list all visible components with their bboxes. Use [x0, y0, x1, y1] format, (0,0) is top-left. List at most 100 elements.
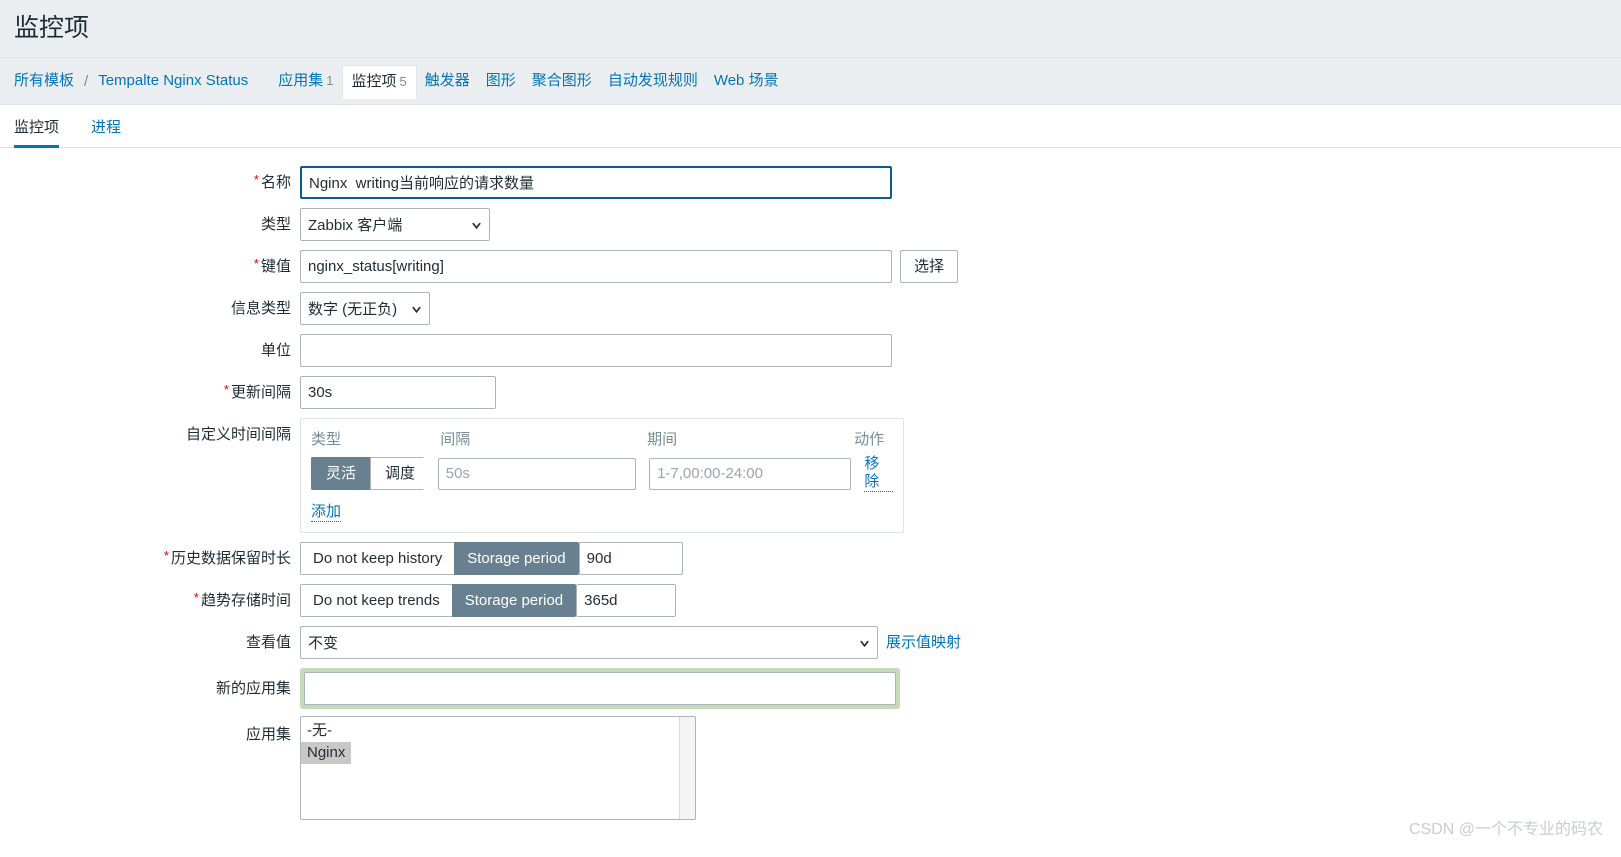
- trends-storage-input[interactable]: [576, 584, 677, 617]
- type-select-value: Zabbix 客户端: [308, 217, 403, 234]
- applications-listbox[interactable]: -无- Nginx: [300, 716, 696, 820]
- interval-remove-link[interactable]: 移除: [864, 455, 894, 492]
- form-row-new-application: 新的应用集: [0, 668, 1621, 709]
- trends-option-storage-period[interactable]: Storage period: [451, 584, 577, 617]
- label-key: * 键值: [0, 250, 300, 279]
- label-value-type-text: 信息类型: [230, 300, 291, 317]
- nav-tab-items-count: 5: [399, 74, 407, 89]
- name-input[interactable]: [300, 166, 892, 199]
- units-input[interactable]: [300, 334, 892, 367]
- custom-intervals-header-period: 期间: [647, 431, 678, 448]
- form-row-applications: 应用集 -无- Nginx: [0, 716, 1621, 820]
- value-mapping-link[interactable]: 展示值映射: [886, 626, 961, 659]
- interval-type-option-scheduling[interactable]: 调度: [370, 457, 425, 490]
- required-marker-update-interval: *: [223, 382, 229, 397]
- form-row-value-type: 信息类型 数字 (无正负): [0, 292, 1621, 325]
- show-value-select-box[interactable]: 不变: [300, 626, 878, 659]
- subtab-bar: 监控项 进程: [0, 105, 1621, 148]
- key-select-button[interactable]: 选择: [900, 250, 959, 283]
- key-input[interactable]: [300, 250, 892, 283]
- content-panel: 监控项 进程 *名称 类型 Zabbix 客户端: [0, 104, 1621, 857]
- form-row-key: *键值 选择: [0, 250, 1621, 283]
- label-new-application: 新的应用集: [0, 668, 300, 701]
- applications-option-none[interactable]: -无-: [301, 720, 695, 742]
- breadcrumb-separator: /: [84, 72, 89, 90]
- field-show-value: 不变 展示值映射: [300, 626, 961, 659]
- nav-tab-items[interactable]: 监控项 5: [341, 65, 417, 99]
- interval-add-link[interactable]: 添加: [311, 503, 342, 522]
- applications-option-nginx[interactable]: Nginx: [301, 742, 352, 764]
- label-trends: * 趋势存储时间: [0, 584, 300, 613]
- interval-value-input[interactable]: [437, 457, 636, 490]
- breadcrumb-all-templates[interactable]: 所有模板: [14, 69, 82, 93]
- nav-tab-web-scenarios[interactable]: Web 场景: [706, 69, 787, 93]
- form-row-trends: * 趋势存储时间 Do not keep trends Storage perio…: [0, 584, 1621, 617]
- interval-type-option-flexible[interactable]: 灵活: [311, 457, 371, 490]
- history-mode-toggle[interactable]: Do not keep history Storage period: [300, 542, 579, 575]
- custom-intervals-header-type: 类型: [311, 431, 342, 448]
- label-show-value: 查看值: [0, 626, 300, 655]
- label-type-text: 类型: [260, 216, 291, 233]
- value-type-select-box[interactable]: 数字 (无正负): [300, 292, 430, 325]
- field-key: 选择: [300, 250, 959, 283]
- required-marker-trends: *: [193, 590, 199, 605]
- label-update-interval: * 更新间隔: [0, 376, 300, 405]
- value-type-select[interactable]: 数字 (无正负): [300, 292, 430, 325]
- nav-tab-discovery-rules[interactable]: 自动发现规则: [600, 69, 706, 93]
- label-units: 单位: [0, 334, 300, 363]
- nav-tab-applications-count: 1: [326, 73, 334, 88]
- nav-tab-triggers[interactable]: 触发器: [417, 69, 478, 93]
- type-select-box[interactable]: Zabbix 客户端: [300, 208, 490, 241]
- history-option-do-not-keep[interactable]: Do not keep history: [300, 542, 455, 575]
- subtab-item[interactable]: 监控项: [14, 116, 71, 148]
- new-application-input[interactable]: [304, 672, 896, 705]
- form-row-name: * 名称: [0, 166, 1621, 199]
- field-history: Do not keep history Storage period: [300, 542, 683, 575]
- label-key-text: 键值: [260, 258, 291, 275]
- label-units-text: 单位: [260, 342, 291, 359]
- nav-tab-applications-label: 应用集: [278, 72, 324, 89]
- label-show-value-text: 查看值: [245, 634, 291, 651]
- field-trends: Do not keep trends Storage period: [300, 584, 677, 617]
- field-units: [300, 334, 892, 367]
- history-option-storage-period[interactable]: Storage period: [454, 542, 579, 575]
- nav-tab-applications[interactable]: 应用集 1: [270, 69, 341, 93]
- custom-intervals-header-action: 动作: [854, 431, 885, 448]
- label-value-type: 信息类型: [0, 292, 300, 321]
- label-history: * 历史数据保留时长: [0, 542, 300, 571]
- watermark: CSDN @一个不专业的码农: [1408, 821, 1603, 838]
- field-applications: -无- Nginx: [300, 716, 696, 820]
- label-update-interval-text: 更新间隔: [230, 384, 291, 401]
- required-marker-name: *: [253, 172, 259, 187]
- update-interval-input[interactable]: [300, 376, 496, 409]
- form-row-type: 类型 Zabbix 客户端: [0, 208, 1621, 241]
- trends-mode-toggle[interactable]: Do not keep trends Storage period: [300, 584, 577, 617]
- custom-intervals-header-interval: 间隔: [440, 431, 471, 448]
- label-name-text: 名称: [260, 174, 291, 191]
- required-marker-history: *: [163, 548, 169, 563]
- label-history-text: 历史数据保留时长: [170, 550, 291, 567]
- field-name: [300, 166, 892, 199]
- nav-tab-screens[interactable]: 聚合图形: [524, 69, 600, 93]
- nav-tab-graphs[interactable]: 图形: [478, 69, 524, 93]
- label-name: * 名称: [0, 166, 300, 195]
- history-storage-input[interactable]: [578, 542, 683, 575]
- new-application-focus-ring: [300, 668, 900, 709]
- page-title: 监控项: [14, 14, 90, 42]
- value-type-select-value: 数字 (无正负): [308, 301, 398, 318]
- nav-tab-items-label: 监控项: [351, 73, 397, 90]
- form-row-custom-intervals: 自定义时间间隔 类型 间隔 期间 动作 灵活 调度 50s 1-7,00:00-…: [0, 418, 1621, 533]
- show-value-select[interactable]: 不变: [300, 626, 878, 659]
- trends-option-do-not-keep[interactable]: Do not keep trends: [300, 584, 452, 617]
- applications-scrollbar[interactable]: [679, 717, 695, 819]
- subtab-preprocessing[interactable]: 进程: [79, 116, 133, 147]
- breadcrumb-template-name[interactable]: Tempalte Nginx Status: [90, 69, 256, 93]
- label-applications: 应用集: [0, 716, 300, 747]
- type-select[interactable]: Zabbix 客户端: [300, 208, 490, 241]
- field-new-application: [300, 668, 900, 709]
- interval-period-input[interactable]: [649, 457, 852, 490]
- page-header: 监控项: [0, 0, 1621, 58]
- label-custom-intervals-text: 自定义时间间隔: [185, 426, 291, 443]
- interval-type-toggle[interactable]: 灵活 调度: [311, 457, 425, 490]
- label-applications-text: 应用集: [245, 726, 291, 743]
